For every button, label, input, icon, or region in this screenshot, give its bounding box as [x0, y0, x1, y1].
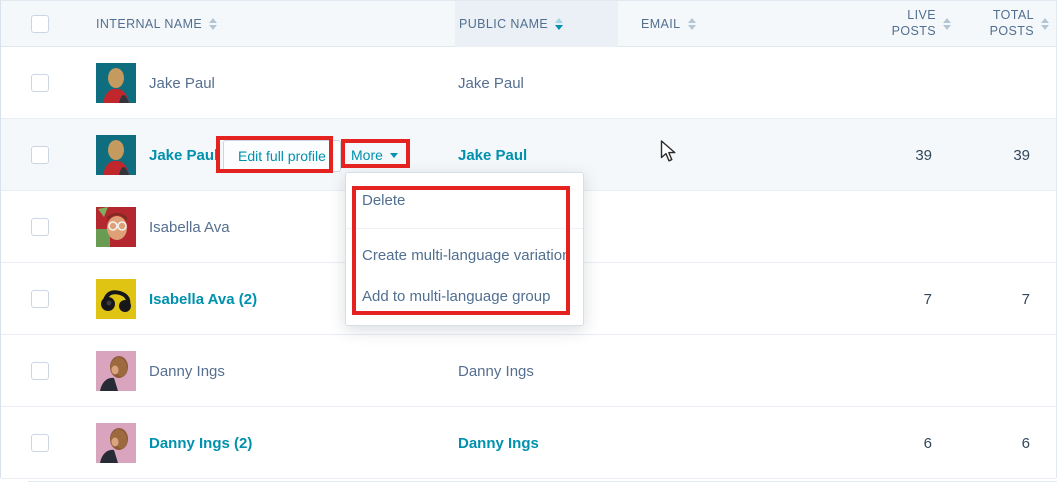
live-posts-value — [872, 47, 932, 119]
table-row: Jake Paul Jake Paul — [1, 47, 1056, 119]
total-posts-value: 7 — [970, 263, 1030, 335]
public-name-link[interactable]: Danny Ings — [458, 407, 539, 479]
total-posts-value: 39 — [970, 119, 1030, 191]
live-posts-value: 6 — [872, 407, 932, 479]
column-header-total-posts[interactable]: TOTAL POSTS — [959, 1, 1049, 47]
row-checkbox[interactable] — [31, 218, 49, 236]
live-posts-value: 39 — [872, 119, 932, 191]
column-label: TOTAL POSTS — [982, 8, 1034, 39]
total-posts-value — [970, 191, 1030, 263]
author-avatar — [96, 351, 136, 391]
jake-paul-photo — [96, 63, 136, 103]
public-name: Jake Paul — [458, 47, 524, 119]
author-avatar — [96, 63, 136, 103]
live-posts-value — [872, 335, 932, 407]
internal-name-link[interactable]: Isabella Ava (2) — [149, 263, 257, 335]
menu-item-create-multi-language-variation[interactable]: Create multi-language variation — [362, 247, 570, 264]
author-avatar — [96, 207, 136, 247]
column-label: LIVE POSTS — [884, 8, 936, 39]
row-checkbox[interactable] — [31, 362, 49, 380]
sort-icon[interactable] — [688, 18, 696, 30]
sort-icon[interactable] — [1041, 18, 1049, 30]
sort-icon-active[interactable] — [555, 18, 563, 30]
chevron-down-icon — [390, 153, 398, 158]
row-checkbox[interactable] — [31, 146, 49, 164]
next-row-edge — [28, 481, 1057, 482]
row-checkbox[interactable] — [31, 434, 49, 452]
headphones-photo — [96, 279, 136, 319]
row-checkbox[interactable] — [31, 74, 49, 92]
total-posts-value: 6 — [970, 407, 1030, 479]
column-header-internal-name[interactable]: INTERNAL NAME — [96, 1, 217, 47]
column-header-public-name[interactable]: PUBLIC NAME — [459, 1, 563, 47]
sort-icon[interactable] — [943, 18, 951, 30]
author-avatar — [96, 279, 136, 319]
internal-name: Danny Ings — [149, 335, 225, 407]
column-label: EMAIL — [641, 17, 681, 31]
jake-paul-photo — [96, 135, 136, 175]
live-posts-value — [872, 191, 932, 263]
danny-ings-photo — [96, 423, 136, 463]
isabella-ava-photo — [96, 207, 136, 247]
total-posts-value — [970, 47, 1030, 119]
danny-ings-photo — [96, 351, 136, 391]
column-header-live-posts[interactable]: LIVE POSTS — [861, 1, 951, 47]
live-posts-value: 7 — [872, 263, 932, 335]
column-header-email[interactable]: EMAIL — [641, 1, 696, 47]
author-avatar — [96, 135, 136, 175]
internal-name: Isabella Ava — [149, 191, 230, 263]
column-label: INTERNAL NAME — [96, 17, 202, 31]
column-label: PUBLIC NAME — [459, 17, 548, 31]
table-row: Danny Ings Danny Ings — [1, 335, 1056, 407]
menu-separator — [346, 228, 583, 229]
menu-item-delete[interactable]: Delete — [362, 192, 405, 209]
edit-full-profile-button[interactable]: Edit full profile — [223, 140, 341, 172]
author-avatar — [96, 423, 136, 463]
public-name: Danny Ings — [458, 335, 534, 407]
select-all-checkbox[interactable] — [31, 15, 49, 33]
internal-name-link[interactable]: Jake Paul — [149, 119, 218, 191]
row-checkbox[interactable] — [31, 290, 49, 308]
total-posts-value — [970, 335, 1030, 407]
authors-table-page: INTERNAL NAME PUBLIC NAME EMAIL LIVE POS… — [0, 0, 1064, 483]
internal-name-link[interactable]: Danny Ings (2) — [149, 407, 252, 479]
table-row: Danny Ings (2) Danny Ings 6 6 — [1, 407, 1056, 479]
menu-item-add-to-multi-language-group[interactable]: Add to multi-language group — [362, 288, 550, 305]
sort-icon[interactable] — [209, 18, 217, 30]
more-dropdown-menu: Delete Create multi-language variation A… — [345, 172, 584, 326]
internal-name: Jake Paul — [149, 47, 215, 119]
more-label: More — [351, 147, 383, 163]
table-header-row: INTERNAL NAME PUBLIC NAME EMAIL LIVE POS… — [1, 1, 1056, 47]
